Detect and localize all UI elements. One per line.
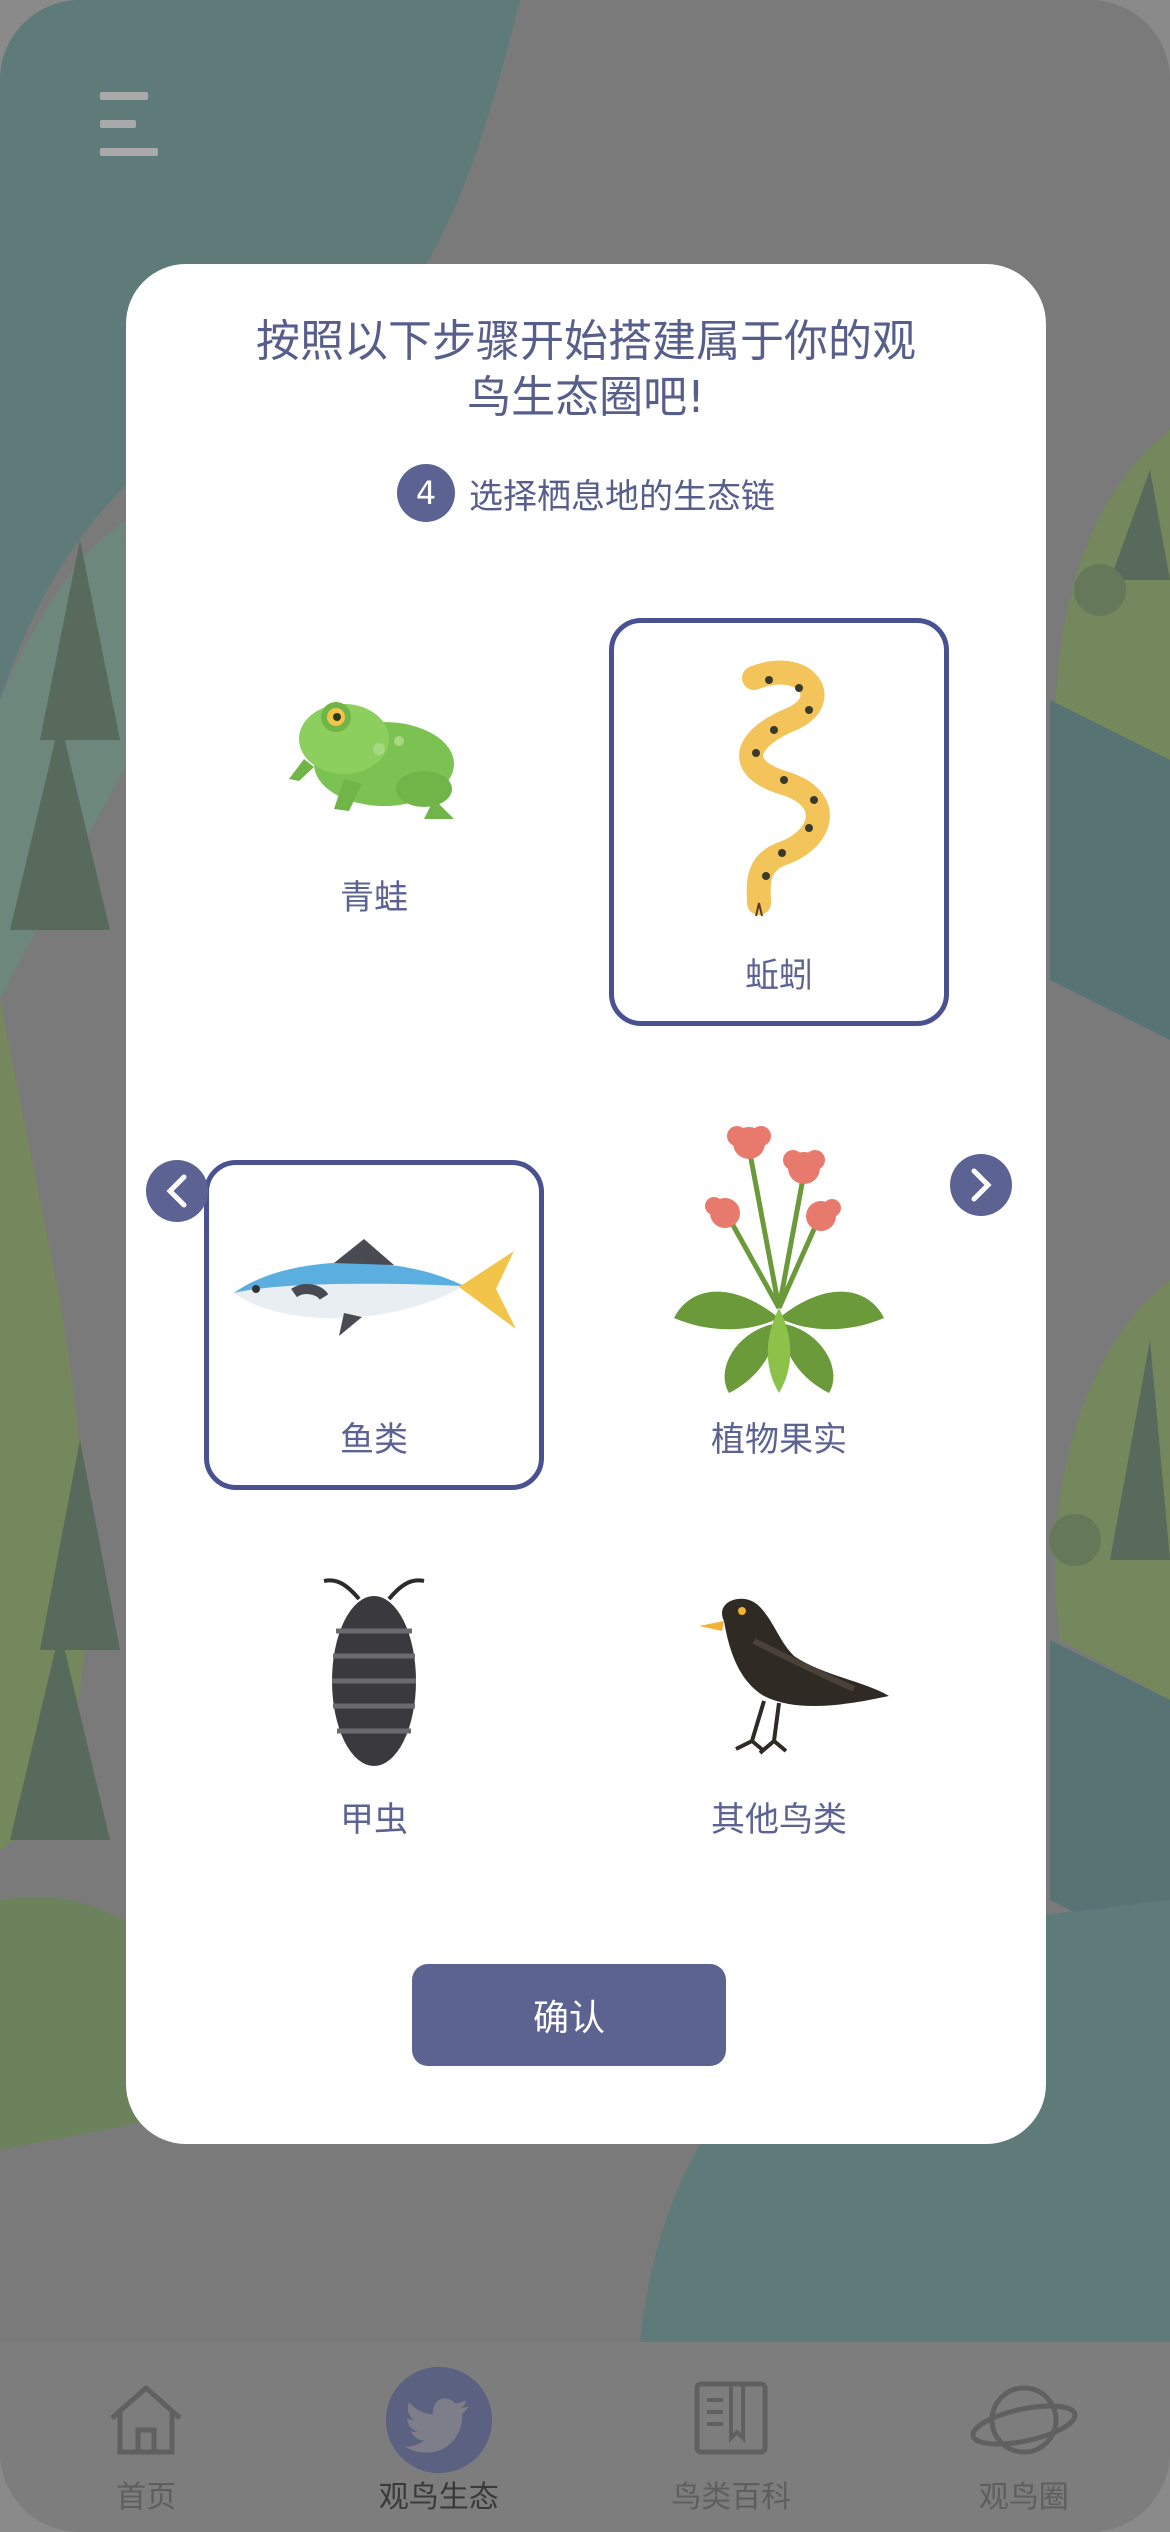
next-arrow-button[interactable]: [950, 1154, 1012, 1216]
tab-bird-encyclopedia[interactable]: 鸟类百科: [585, 2342, 878, 2532]
blackbird-icon: [699, 1598, 889, 1755]
tab-label: 观鸟圈: [978, 2480, 1069, 2515]
option-label: 植物果实: [711, 1420, 847, 1460]
option-label: 青蛙: [340, 878, 408, 918]
bottom-tab-bar: 首页 观鸟生态 鸟类百科 观鸟圈: [0, 2342, 1170, 2532]
frog-icon: [289, 702, 454, 819]
option-plant-fruit[interactable]: 植物果实: [609, 1084, 949, 1490]
app-screen: 按照以下步骤开始搭建属于你的观 鸟生态圈吧! 4 选择栖息地的生态链 青蛙 蚯蚓…: [0, 0, 1170, 2532]
tab-label: 鸟类百科: [671, 2480, 792, 2515]
previous-arrow-button[interactable]: [146, 1160, 208, 1222]
book-icon: [694, 2381, 768, 2455]
step-instruction: 选择栖息地的生态链: [469, 476, 775, 517]
option-frog[interactable]: 青蛙: [204, 618, 544, 948]
option-label: 蚯蚓: [745, 956, 813, 996]
tab-birdwatching-ecology[interactable]: 观鸟生态: [293, 2342, 586, 2532]
tab-birdwatching-circle[interactable]: 观鸟圈: [878, 2342, 1170, 2532]
tab-home[interactable]: 首页: [0, 2342, 293, 2532]
modal-title-line-1: 按照以下步骤开始搭建属于你的观: [256, 316, 916, 367]
twitter-bird-icon: [385, 2366, 492, 2474]
beetle-icon: [323, 1578, 425, 1766]
modal-title-line-2: 鸟生态圈吧!: [467, 372, 705, 423]
menu-icon[interactable]: [100, 92, 158, 156]
step-number-badge: 4: [397, 464, 455, 522]
modal-title: 按照以下步骤开始搭建属于你的观 鸟生态圈吧!: [206, 314, 966, 426]
tab-label: 观鸟生态: [378, 2480, 499, 2515]
option-label: 鱼类: [340, 1420, 408, 1460]
snake-icon: [739, 660, 830, 917]
chevron-right-icon: [971, 1168, 992, 1202]
tab-label: 首页: [116, 2480, 177, 2515]
ecosystem-setup-modal: 按照以下步骤开始搭建属于你的观 鸟生态圈吧! 4 选择栖息地的生态链 青蛙 蚯蚓…: [126, 264, 1046, 2144]
flower-plant-icon: [674, 1126, 884, 1393]
option-beetle[interactable]: 甲虫: [204, 1540, 544, 1870]
home-icon: [110, 2385, 182, 2455]
option-fish[interactable]: 鱼类: [204, 1160, 544, 1490]
option-label: 其他鸟类: [711, 1800, 847, 1840]
planet-icon: [970, 2385, 1078, 2455]
option-label: 甲虫: [340, 1800, 408, 1840]
confirm-button[interactable]: 确认: [412, 1964, 726, 2066]
fish-icon: [234, 1239, 516, 1336]
chevron-left-icon: [166, 1174, 187, 1208]
option-other-birds[interactable]: 其他鸟类: [609, 1540, 949, 1870]
option-earthworm[interactable]: 蚯蚓: [609, 618, 949, 1026]
step-indicator: 4 选择栖息地的生态链: [126, 464, 1046, 522]
